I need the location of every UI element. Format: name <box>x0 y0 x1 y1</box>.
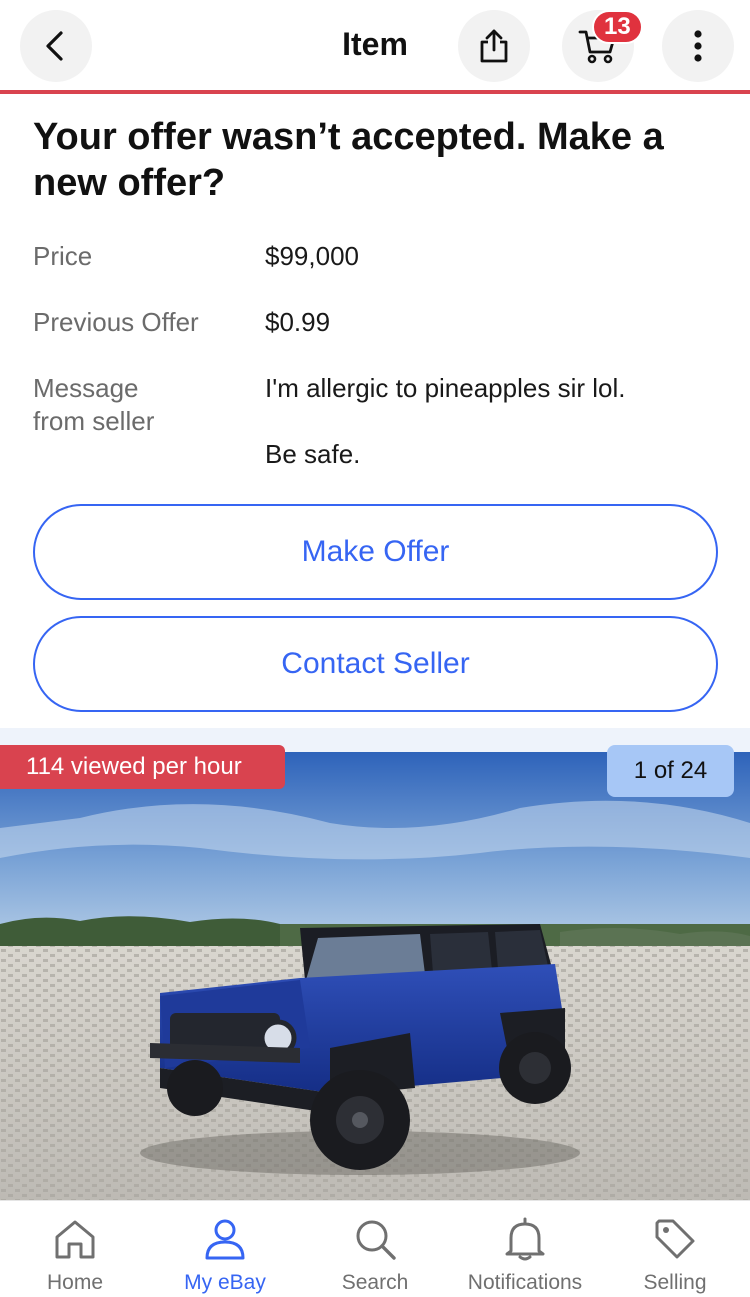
header-divider <box>0 90 750 94</box>
share-button[interactable] <box>458 10 530 82</box>
nav-label-search: Search <box>341 1271 409 1294</box>
tag-icon <box>651 1215 699 1263</box>
seller-message-label-line1: Message <box>33 373 139 403</box>
top-app-bar: Item 13 <box>0 0 750 92</box>
photo-counter-badge: 1 of 24 <box>607 745 734 797</box>
person-icon <box>201 1215 249 1263</box>
search-icon <box>351 1215 399 1263</box>
nav-item-my-ebay[interactable]: My eBay <box>150 1201 300 1297</box>
nav-label-notifications: Notifications <box>467 1271 583 1294</box>
bell-icon <box>501 1215 549 1263</box>
nav-label-selling: Selling <box>643 1271 707 1294</box>
previous-offer-label: Previous Offer <box>33 307 199 337</box>
make-offer-button[interactable]: Make Offer <box>33 504 718 600</box>
price-label: Price <box>33 241 93 271</box>
chevron-left-icon <box>46 31 63 61</box>
nav-item-selling[interactable]: Selling <box>600 1201 750 1297</box>
price-value: $99,000 <box>265 241 359 271</box>
more-options-button[interactable] <box>662 10 734 82</box>
nav-label-my-ebay: My eBay <box>184 1271 266 1294</box>
seller-message-label: Message from seller <box>33 372 154 438</box>
page-title: Item <box>342 26 408 62</box>
contact-seller-button[interactable]: Contact Seller <box>33 616 718 712</box>
item-photo[interactable] <box>0 728 750 1200</box>
bottom-navigation: Home My eBay Search Notifications Sellin… <box>0 1200 750 1297</box>
previous-offer-value: $0.99 <box>265 307 331 337</box>
seller-message-text-line2: Be safe. <box>265 439 361 469</box>
seller-message-text: I'm allergic to pineapples sir lol. <box>265 373 626 403</box>
vehicle-photo-image <box>0 728 750 1200</box>
seller-message-label-line2: from seller <box>33 406 155 436</box>
more-vertical-icon <box>694 30 702 62</box>
home-icon <box>51 1215 99 1263</box>
share-icon <box>480 29 508 63</box>
nav-label-home: Home <box>46 1271 104 1294</box>
nav-item-search[interactable]: Search <box>300 1201 450 1297</box>
cart-count-badge: 13 <box>592 10 643 44</box>
views-per-hour-badge: 114 viewed per hour <box>0 745 285 789</box>
nav-item-notifications[interactable]: Notifications <box>450 1201 600 1297</box>
offer-declined-heading: Your offer wasn’t accepted. Make a new o… <box>33 116 664 204</box>
nav-item-home[interactable]: Home <box>0 1201 150 1297</box>
back-button[interactable] <box>20 10 92 82</box>
